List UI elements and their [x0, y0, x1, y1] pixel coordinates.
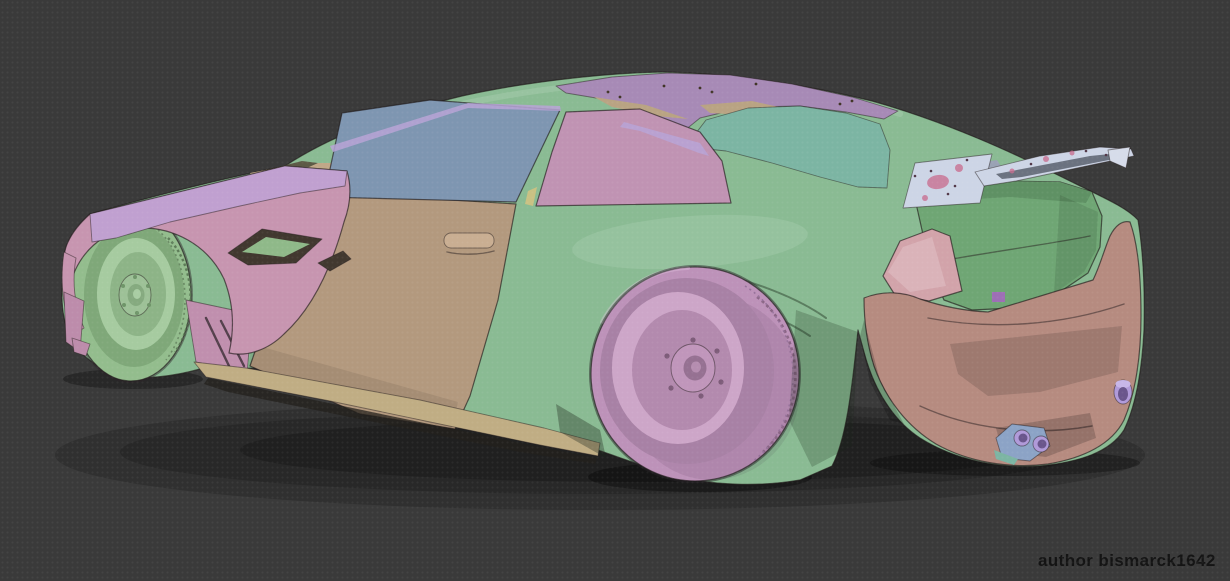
rear-wheel	[589, 265, 801, 483]
exhaust-bore-mid	[1037, 439, 1047, 449]
viewport: author bismarck1642	[0, 0, 1230, 581]
exhaust-tip-right-ring	[1115, 380, 1131, 388]
front-center-cap	[133, 289, 141, 299]
door-handle	[443, 232, 495, 249]
exhaust-bore-left	[1018, 433, 1028, 443]
trunk-badge	[992, 292, 1005, 302]
rear-center-cap	[691, 361, 701, 373]
car-render: author bismarck1642	[0, 0, 1230, 581]
exhaust-bore-right	[1118, 387, 1128, 401]
author-credit: author bismarck1642	[1038, 551, 1216, 570]
